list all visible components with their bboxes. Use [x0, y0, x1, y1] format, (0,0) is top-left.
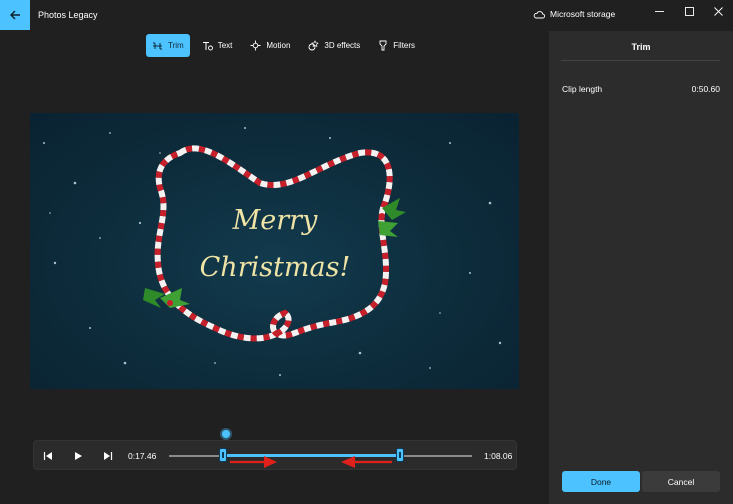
text-icon — [202, 41, 213, 50]
tab-3d-effects-label: 3D effects — [324, 41, 361, 50]
tab-filters-label: Filters — [393, 41, 416, 50]
app-title: Photos Legacy — [38, 10, 98, 20]
tab-3d-effects[interactable]: 3D effects — [302, 34, 366, 57]
trim-panel: Trim Clip length 0:50.60 Done Cancel — [549, 31, 733, 504]
annotation-arrow-left — [341, 456, 392, 468]
trim-end-handle[interactable] — [396, 448, 404, 462]
done-button[interactable]: Done — [562, 471, 640, 492]
tab-trim-label: Trim — [168, 41, 184, 50]
trim-icon — [153, 42, 162, 49]
clip-length-label: Clip length — [562, 84, 603, 94]
tab-filters[interactable]: Filters — [372, 34, 421, 57]
tab-motion-label: Motion — [266, 41, 291, 50]
play-icon — [75, 452, 82, 460]
trim-start-time: 0:17.46 — [128, 451, 157, 461]
tab-text[interactable]: Text — [196, 34, 239, 57]
greeting-line-2: Christmas! — [199, 252, 351, 283]
preview-artwork — [43, 127, 502, 376]
filters-icon — [379, 40, 387, 51]
storage-label: Microsoft storage — [550, 9, 616, 19]
cloud-icon — [533, 10, 545, 18]
maximize-icon — [684, 6, 694, 16]
annotation-arrow-right — [230, 456, 277, 468]
candy-cane-frame — [154, 145, 393, 342]
previous-frame-icon — [43, 452, 52, 460]
tab-motion[interactable]: Motion — [244, 34, 296, 57]
close-button[interactable] — [703, 0, 733, 22]
back-button[interactable] — [0, 0, 30, 30]
play-button[interactable] — [70, 448, 86, 464]
trim-start-handle[interactable] — [219, 448, 227, 462]
cancel-button[interactable]: Cancel — [642, 471, 720, 492]
motion-icon — [250, 40, 261, 51]
title-bar: Photos Legacy Microsoft storage — [0, 0, 733, 31]
close-icon — [713, 6, 723, 16]
clip-length-value: 0:50.60 — [691, 84, 720, 94]
minimize-icon — [654, 10, 664, 12]
video-preview[interactable]: Merry Christmas! — [30, 113, 519, 389]
playhead-handle[interactable] — [222, 430, 230, 438]
storage-indicator[interactable]: Microsoft storage — [533, 9, 615, 19]
minimize-button[interactable] — [644, 0, 674, 22]
panel-title: Trim — [631, 42, 651, 52]
maximize-button[interactable] — [674, 0, 704, 22]
tab-trim[interactable]: Trim — [146, 34, 190, 57]
greeting-line-1: Merry — [232, 205, 318, 236]
trim-end-time: 1:08.06 — [484, 451, 513, 461]
back-arrow-icon — [10, 10, 20, 20]
3d-effects-icon — [308, 40, 320, 51]
panel-divider — [561, 60, 720, 61]
previous-frame-button[interactable] — [40, 448, 56, 464]
next-frame-button[interactable] — [100, 448, 116, 464]
next-frame-icon — [104, 452, 113, 460]
edit-toolbar: Trim Text Motion 3D effects Filters — [146, 34, 421, 57]
tab-text-label: Text — [217, 41, 233, 50]
